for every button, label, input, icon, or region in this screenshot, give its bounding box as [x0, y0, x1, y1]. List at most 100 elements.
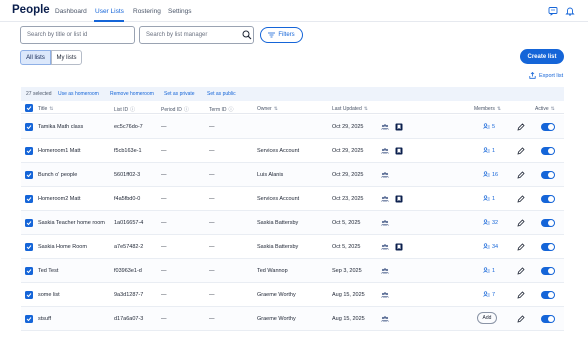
table-row[interactable]: Bunch o' people 5601ff02-3 — — Luis Alan… — [21, 163, 564, 187]
term-id: — — [209, 148, 215, 154]
active-toggle[interactable] — [541, 147, 555, 155]
check-icon — [26, 149, 32, 154]
list-title[interactable]: Ted Test — [38, 268, 58, 274]
row-checkbox[interactable] — [25, 315, 33, 323]
members-count-value: 32 — [492, 219, 499, 226]
active-toggle[interactable] — [541, 171, 555, 179]
table-row[interactable]: Homeroom1 Matt f5cb163e-1 — — Services A… — [21, 139, 564, 163]
sort-icon: ⇅ — [363, 106, 368, 112]
bookmark-icon[interactable] — [395, 147, 403, 155]
members-count[interactable]: 5 — [483, 123, 495, 130]
active-toggle[interactable] — [541, 195, 555, 203]
members-count-value: 1 — [492, 147, 496, 154]
edit-pencil-icon[interactable] — [517, 219, 525, 227]
column-period-id-label: Period ID — [161, 107, 182, 113]
column-members[interactable]: Members ⇅ — [474, 106, 501, 112]
members-count[interactable]: 7 — [483, 291, 495, 298]
column-title[interactable]: Title ⇅ — [38, 106, 53, 112]
group-people-icon — [381, 292, 389, 298]
nav-settings[interactable]: Settings — [168, 8, 192, 15]
active-toggle[interactable] — [541, 123, 555, 131]
sort-icon: ⇅ — [550, 106, 555, 112]
table-row[interactable]: Tamika Math class ec5c76do-7 — — Oct 29,… — [21, 115, 564, 139]
title-search-input[interactable]: Search by title or list id — [20, 26, 135, 44]
active-toggle[interactable] — [541, 219, 555, 227]
remove-homeroom-action[interactable]: Remove homeroom — [110, 91, 154, 97]
column-list-id[interactable]: List ID ⓘ — [114, 106, 135, 113]
table-row[interactable]: some list 9a3d1287-7 — — Graeme Worthy A… — [21, 283, 564, 307]
column-owner[interactable]: Owner ⇅ — [257, 106, 278, 112]
bookmark-icon[interactable] — [395, 123, 403, 131]
list-title[interactable]: Saskia Teacher home room — [38, 220, 105, 226]
bookmark-icon[interactable] — [395, 195, 403, 203]
period-id: — — [161, 220, 167, 226]
column-term-id[interactable]: Term ID ⓘ — [209, 106, 234, 113]
set-private-action[interactable]: Set as private — [164, 91, 195, 97]
table-row[interactable]: Saskia Teacher home room 1a016657-4 — — … — [21, 211, 564, 235]
set-public-action[interactable]: Set as public — [207, 91, 236, 97]
nav-rostering[interactable]: Rostering — [133, 8, 161, 15]
notifications-bell-icon[interactable] — [565, 6, 575, 16]
row-checkbox[interactable] — [25, 123, 33, 131]
members-count[interactable]: 1 — [483, 147, 495, 154]
column-last-updated[interactable]: Last Updated ⇅ — [332, 106, 368, 112]
list-title[interactable]: stsuff — [38, 316, 51, 322]
manager-search-input[interactable]: Search by list manager — [139, 26, 254, 44]
edit-pencil-icon[interactable] — [517, 171, 525, 179]
edit-pencil-icon[interactable] — [517, 195, 525, 203]
active-toggle[interactable] — [541, 243, 555, 251]
brand-logo[interactable]: People — [12, 4, 50, 16]
row-checkbox[interactable] — [25, 219, 33, 227]
row-checkbox[interactable] — [25, 243, 33, 251]
last-updated: Oct 5, 2025 — [332, 220, 361, 226]
row-checkbox[interactable] — [25, 195, 33, 203]
members-count[interactable]: 34 — [483, 243, 498, 250]
table-row[interactable]: Homeroom2 Matt f4a5fbd0-0 — — Services A… — [21, 187, 564, 211]
active-toggle[interactable] — [541, 315, 555, 323]
column-period-id[interactable]: Period ID ⓘ — [161, 106, 189, 113]
row-checkbox[interactable] — [25, 267, 33, 275]
tab-my-lists[interactable]: My lists — [51, 50, 82, 65]
term-id: — — [209, 220, 215, 226]
table-row[interactable]: Saskia Home Room a7e57482-2 — — Saskia B… — [21, 235, 564, 259]
members-count[interactable]: 16 — [483, 171, 498, 178]
list-title[interactable]: Tamika Math class — [38, 124, 83, 130]
active-toggle[interactable] — [541, 267, 555, 275]
messages-icon[interactable] — [548, 6, 558, 16]
tab-all-lists[interactable]: All lists — [20, 50, 51, 65]
list-id: 1a016657-4 — [114, 220, 144, 226]
select-all-checkbox[interactable] — [25, 104, 33, 112]
nav-dashboard[interactable]: Dashboard — [55, 8, 87, 15]
edit-pencil-icon[interactable] — [517, 315, 525, 323]
edit-pencil-icon[interactable] — [517, 147, 525, 155]
table-row[interactable]: stsuff d17a6a07-3 — — Graeme Worthy Aug … — [21, 307, 564, 331]
column-active[interactable]: Active ⇅ — [535, 106, 555, 112]
edit-pencil-icon[interactable] — [517, 291, 525, 299]
create-list-button[interactable]: Create list — [520, 49, 564, 64]
list-title[interactable]: Homeroom2 Matt — [38, 196, 81, 202]
add-members-button[interactable]: Add — [477, 312, 497, 324]
members-count[interactable]: 1 — [483, 267, 495, 274]
list-title[interactable]: Homeroom1 Matt — [38, 148, 81, 154]
export-list-link[interactable]: Export list — [529, 72, 563, 79]
edit-pencil-icon[interactable] — [517, 267, 525, 275]
use-as-homeroom-action[interactable]: Use as homeroom — [58, 91, 99, 97]
info-icon: ⓘ — [183, 107, 189, 113]
nav-user-lists[interactable]: User Lists — [95, 8, 124, 15]
filters-button[interactable]: Filters — [260, 27, 303, 43]
list-title[interactable]: Bunch o' people — [38, 172, 77, 178]
search-icon[interactable] — [242, 30, 252, 40]
list-title[interactable]: Saskia Home Room — [38, 244, 87, 250]
group-people-icon — [381, 172, 389, 178]
row-checkbox[interactable] — [25, 171, 33, 179]
members-count[interactable]: 32 — [483, 219, 498, 226]
table-row[interactable]: Ted Test f03963e1-d — — Ted Wannop Sep 3… — [21, 259, 564, 283]
list-title[interactable]: some list — [38, 292, 60, 298]
active-toggle[interactable] — [541, 291, 555, 299]
row-checkbox[interactable] — [25, 291, 33, 299]
row-checkbox[interactable] — [25, 147, 33, 155]
bookmark-icon[interactable] — [395, 243, 403, 251]
edit-pencil-icon[interactable] — [517, 243, 525, 251]
members-count[interactable]: 1 — [483, 195, 495, 202]
edit-pencil-icon[interactable] — [517, 123, 525, 131]
